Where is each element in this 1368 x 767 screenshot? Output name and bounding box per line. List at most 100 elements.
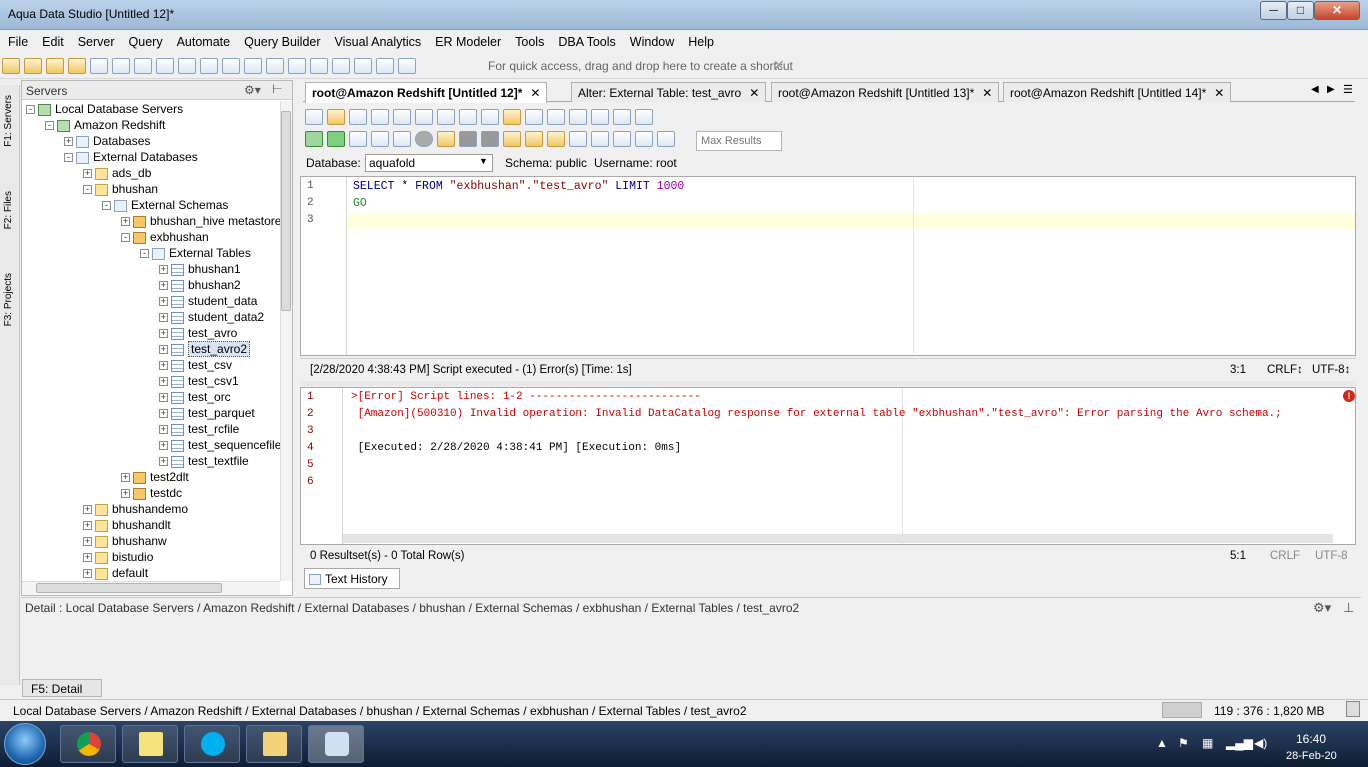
schema-browser-icon[interactable]: [156, 58, 174, 74]
layout-b-icon[interactable]: [310, 58, 328, 74]
tree-hscroll-thumb[interactable]: [36, 583, 222, 593]
minimize-button[interactable]: ─: [1260, 1, 1287, 20]
gear-icon[interactable]: ⚙▾: [1313, 600, 1331, 616]
tree-node[interactable]: + test_avro2: [159, 341, 251, 357]
editor-results-splitter[interactable]: [300, 381, 1356, 386]
collapse-toggle-icon[interactable]: -: [102, 201, 111, 211]
execute-current-icon[interactable]: [349, 131, 367, 147]
start-button[interactable]: [4, 723, 46, 765]
close-tab-icon[interactable]: ✕: [1214, 86, 1224, 100]
register-server-icon[interactable]: [24, 58, 42, 74]
settings-icon[interactable]: [657, 131, 675, 147]
close-tab-icon[interactable]: ✕: [982, 86, 992, 100]
save-all-icon[interactable]: [393, 109, 411, 125]
uppercase-icon[interactable]: [635, 109, 653, 125]
pages-icon[interactable]: [244, 58, 262, 74]
expand-toggle-icon[interactable]: +: [159, 361, 168, 371]
execute-grid-icon[interactable]: [393, 131, 411, 147]
find-icon[interactable]: [569, 109, 587, 125]
connect-icon[interactable]: [68, 58, 86, 74]
expand-toggle-icon[interactable]: +: [159, 457, 168, 467]
rollback-icon[interactable]: [481, 131, 499, 147]
collapse-toggle-icon[interactable]: -: [140, 249, 149, 259]
collapse-icon[interactable]: ⊢: [272, 82, 282, 96]
stop-icon[interactable]: [415, 131, 433, 147]
collapse-toggle-icon[interactable]: -: [26, 105, 35, 115]
tree-node[interactable]: + test_csv: [159, 357, 232, 373]
database-select[interactable]: aquafold: [365, 154, 493, 172]
tab-untitled-13[interactable]: root@Amazon Redshift [Untitled 13]* ✕: [771, 82, 1000, 102]
tree-node[interactable]: + ads_db: [83, 165, 151, 181]
cut-icon[interactable]: [459, 109, 477, 125]
results-icon[interactable]: [437, 131, 455, 147]
tab-detail[interactable]: F5: Detail: [22, 679, 102, 697]
clock-date[interactable]: 28-Feb-20: [1286, 750, 1337, 762]
tree-node[interactable]: + student_data: [159, 293, 257, 309]
split-horizontal-icon[interactable]: [591, 131, 609, 147]
show-hidden-icons-icon[interactable]: ▲: [1156, 736, 1168, 750]
tree-node[interactable]: + test_rcfile: [159, 421, 239, 437]
chart-icon[interactable]: [398, 58, 416, 74]
bookmark-icon[interactable]: [613, 131, 631, 147]
collapse-toggle-icon[interactable]: -: [83, 185, 92, 195]
tree-node[interactable]: + Databases: [64, 133, 150, 149]
expand-toggle-icon[interactable]: +: [83, 505, 92, 515]
tree-node[interactable]: + bhushan_hive metastore: [121, 213, 280, 229]
close-tab-icon[interactable]: ✕: [749, 86, 759, 100]
taskbar-sticky-notes[interactable]: [122, 725, 178, 763]
server-properties-icon[interactable]: [46, 58, 64, 74]
tree-node[interactable]: + bistudio: [83, 549, 153, 565]
expand-toggle-icon[interactable]: +: [159, 313, 168, 323]
line-ending-select[interactable]: CRLF↕: [1267, 364, 1303, 376]
chevron-down-icon[interactable]: ▼: [479, 156, 488, 166]
tab-text-history[interactable]: Text History: [304, 568, 400, 589]
tree-node[interactable]: + bhushan1: [159, 261, 241, 277]
format-icon[interactable]: [525, 131, 543, 147]
grid-icon[interactable]: [266, 58, 284, 74]
expand-toggle-icon[interactable]: +: [159, 345, 168, 355]
expand-toggle-icon[interactable]: +: [159, 329, 168, 339]
expand-toggle-icon[interactable]: +: [83, 569, 92, 579]
encoding-select[interactable]: UTF-8↕: [1312, 364, 1350, 376]
expand-toggle-icon[interactable]: +: [159, 297, 168, 307]
taskbar-explorer[interactable]: [246, 725, 302, 763]
expand-toggle-icon[interactable]: +: [121, 489, 130, 499]
menu-file[interactable]: File: [0, 33, 34, 49]
tree-node[interactable]: - External Databases: [64, 149, 198, 165]
memory-bar[interactable]: [1162, 702, 1202, 718]
expand-toggle-icon[interactable]: +: [159, 393, 168, 403]
tree-node[interactable]: + test_avro: [159, 325, 237, 341]
expand-toggle-icon[interactable]: +: [83, 521, 92, 531]
tab-files[interactable]: F2: Files: [3, 191, 14, 229]
tree-node[interactable]: - External Schemas: [102, 197, 228, 213]
taskbar-aqua-data-studio[interactable]: [308, 725, 364, 763]
tree-node[interactable]: + test_orc: [159, 389, 231, 405]
menu-tools[interactable]: Tools: [507, 33, 550, 49]
new-icon[interactable]: [305, 109, 323, 125]
max-results-input[interactable]: [696, 131, 782, 151]
auto-commit-icon[interactable]: [503, 131, 521, 147]
layout-a-icon[interactable]: [288, 58, 306, 74]
layout-c-icon[interactable]: [332, 58, 350, 74]
replace-icon[interactable]: [591, 109, 609, 125]
tree-node[interactable]: - Local Database Servers: [26, 101, 183, 117]
expand-toggle-icon[interactable]: +: [159, 425, 168, 435]
execute-edit-icon[interactable]: [371, 131, 389, 147]
commit-icon[interactable]: [459, 131, 477, 147]
tab-servers[interactable]: F1: Servers: [3, 95, 14, 147]
tree-node[interactable]: + test_parquet: [159, 405, 255, 421]
quick-access-close-icon[interactable]: ✕: [773, 57, 785, 74]
collapse-toggle-icon[interactable]: -: [121, 233, 130, 243]
copy-icon[interactable]: [481, 109, 499, 125]
expand-toggle-icon[interactable]: +: [121, 473, 130, 483]
split-view-icon[interactable]: [569, 131, 587, 147]
save-icon[interactable]: [200, 58, 218, 74]
select-icon[interactable]: [437, 109, 455, 125]
save-as-icon[interactable]: [371, 109, 389, 125]
tree-node[interactable]: + bhushanw: [83, 533, 167, 549]
collapse-toggle-icon[interactable]: -: [64, 153, 73, 163]
tree-node[interactable]: + test2dlt: [121, 469, 189, 485]
expand-toggle-icon[interactable]: +: [121, 217, 130, 227]
tree-node[interactable]: - External Tables: [140, 245, 251, 261]
expand-toggle-icon[interactable]: +: [159, 409, 168, 419]
